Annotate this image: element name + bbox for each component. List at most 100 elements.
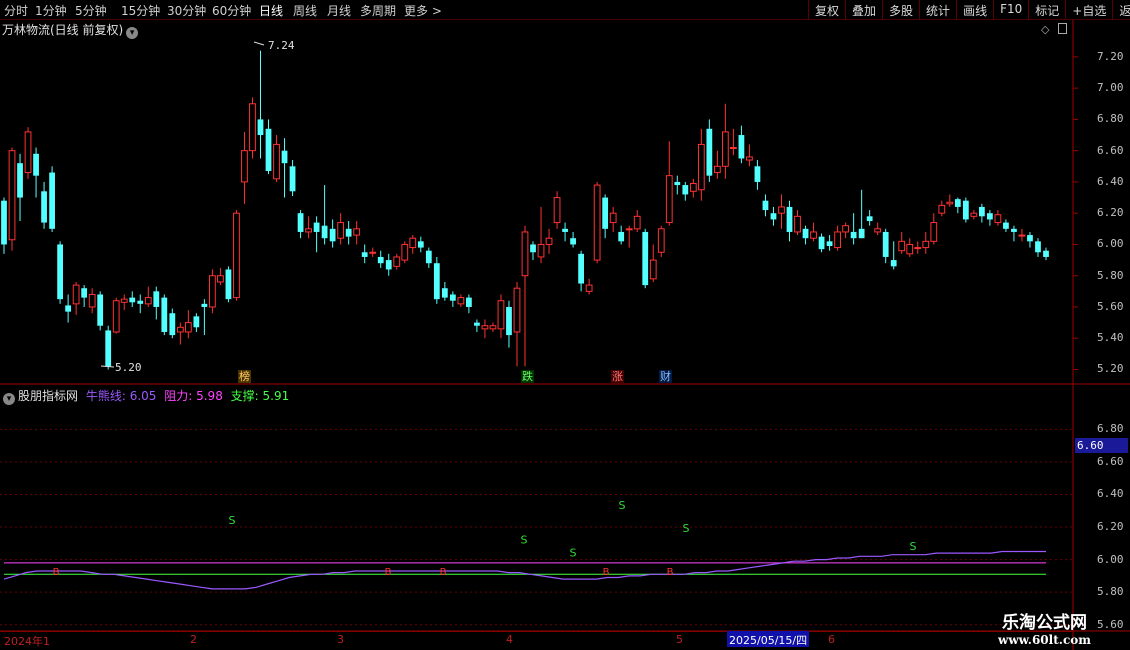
candle-body xyxy=(8,150,16,241)
candle-body xyxy=(17,163,23,198)
y-tick-label: 7.20 xyxy=(1097,49,1124,63)
date-axis: 2024年1 2 3 4 5 6 xyxy=(0,631,1073,648)
candle-body xyxy=(112,300,120,333)
candle-body xyxy=(754,166,761,182)
candle-body xyxy=(57,244,63,300)
candle-body xyxy=(65,305,72,312)
candle-body xyxy=(1003,222,1009,229)
candle-body xyxy=(201,303,208,307)
indicator-y-tick-label: 6.60 xyxy=(1097,454,1124,468)
candle-body xyxy=(233,212,240,299)
date-label: 5 xyxy=(676,633,683,646)
buy-signal: B xyxy=(440,567,447,578)
candle-body xyxy=(217,275,224,283)
date-label: 4 xyxy=(506,633,513,646)
y-tick-label: 5.20 xyxy=(1097,362,1124,376)
candle-body xyxy=(938,204,946,214)
candle-body xyxy=(297,213,304,232)
candle-body xyxy=(545,237,553,245)
candle-body xyxy=(137,300,144,304)
candle-body xyxy=(697,143,705,191)
event-mark-drop[interactable]: 跌 xyxy=(521,370,534,383)
low-arrow-icon xyxy=(100,365,115,368)
date-label: 2 xyxy=(190,633,197,646)
candle-body xyxy=(882,231,889,257)
y-tick-label: 6.00 xyxy=(1097,237,1124,251)
candle-body xyxy=(88,293,96,308)
candle-body xyxy=(425,250,432,264)
candle-body xyxy=(225,269,232,300)
candle-body xyxy=(321,225,328,239)
y-tick-label: 6.20 xyxy=(1097,206,1124,220)
y-tick-label: 6.40 xyxy=(1097,174,1124,188)
candle-body xyxy=(810,231,817,239)
indicator-series: S S S S S S B B B B B xyxy=(3,499,1046,590)
candle-body xyxy=(393,256,401,267)
candle-body xyxy=(1027,235,1033,242)
candle-body xyxy=(361,252,368,257)
candle-body xyxy=(209,275,216,308)
candle-body xyxy=(826,241,833,247)
indicator-y-tick-label: 6.20 xyxy=(1097,520,1124,534)
candle-body xyxy=(778,206,785,214)
candle-body xyxy=(41,191,47,223)
candle-body xyxy=(417,241,424,248)
candle-body xyxy=(954,199,961,207)
resistance-value: 5.98 xyxy=(196,389,223,403)
candle-body xyxy=(169,313,176,336)
candle-body xyxy=(898,240,906,252)
date-label: 2024年1 xyxy=(4,635,50,648)
buy-signal: B xyxy=(603,567,610,578)
candle-body xyxy=(578,253,584,284)
buy-signal: B xyxy=(53,567,60,578)
resistance-label: 阻力: xyxy=(164,389,197,403)
candle-body xyxy=(241,150,248,183)
kline-chart[interactable]: S S S S S S B B B B B xyxy=(0,0,1130,650)
candle-body xyxy=(521,231,529,277)
y-tick-label: 5.40 xyxy=(1097,331,1124,345)
candle-body xyxy=(721,131,729,167)
indicator-y-tick-label: 5.80 xyxy=(1097,585,1124,599)
candle-body xyxy=(489,325,497,330)
candle-body xyxy=(794,215,801,233)
crosshair-date-label: 2025/05/15/四 xyxy=(727,631,810,647)
sell-signal: S xyxy=(619,499,626,512)
watermark-url: www.60lt.com xyxy=(998,633,1091,647)
candle-body xyxy=(409,237,417,249)
candle-body xyxy=(1018,234,1026,237)
candle-body xyxy=(762,200,769,211)
indicator-y-tick-label: 6.00 xyxy=(1097,552,1124,566)
candle-body xyxy=(649,259,657,280)
indicator-y-tick-label: 5.60 xyxy=(1097,617,1124,631)
candle-body xyxy=(281,150,288,164)
event-mark-finance[interactable]: 财 xyxy=(659,370,672,383)
candle-body xyxy=(305,228,312,233)
date-label: 3 xyxy=(337,633,344,646)
candle-body xyxy=(922,240,930,249)
candle-body xyxy=(481,325,489,330)
chevron-down-icon[interactable]: ▾ xyxy=(126,27,139,39)
candle-body xyxy=(105,330,112,367)
candle-body xyxy=(49,172,55,229)
stock-title: 万林物流(日线 前复权) xyxy=(2,23,124,37)
candle-body xyxy=(369,251,377,254)
event-mark-list[interactable]: 榜 xyxy=(238,370,251,383)
candle-body xyxy=(530,244,536,253)
indicator-header[interactable]: ▾ 股朋指标网 牛熊线: 6.05 阻力: 5.98 支撑: 5.91 xyxy=(3,387,289,405)
candle-body xyxy=(72,284,80,305)
candle-body xyxy=(273,143,280,180)
buy-signal: B xyxy=(385,567,392,578)
main-panel-title[interactable]: 万林物流(日线 前复权) ▾ xyxy=(2,21,139,39)
sell-signal: S xyxy=(910,540,917,553)
window-icon[interactable] xyxy=(1058,23,1067,34)
candle-body xyxy=(970,212,978,217)
watermark-logo: 乐淘公式网 www.60lt.com xyxy=(998,608,1091,647)
chevron-down-icon[interactable]: ▾ xyxy=(3,393,15,405)
event-mark-rise[interactable]: 涨 xyxy=(611,370,624,383)
candle-body xyxy=(994,214,1002,224)
candle-body xyxy=(353,228,361,236)
candle-body xyxy=(633,215,641,230)
candle-body xyxy=(786,206,793,232)
diamond-icon[interactable]: ◇ xyxy=(1041,23,1049,36)
candle-body xyxy=(746,156,753,161)
